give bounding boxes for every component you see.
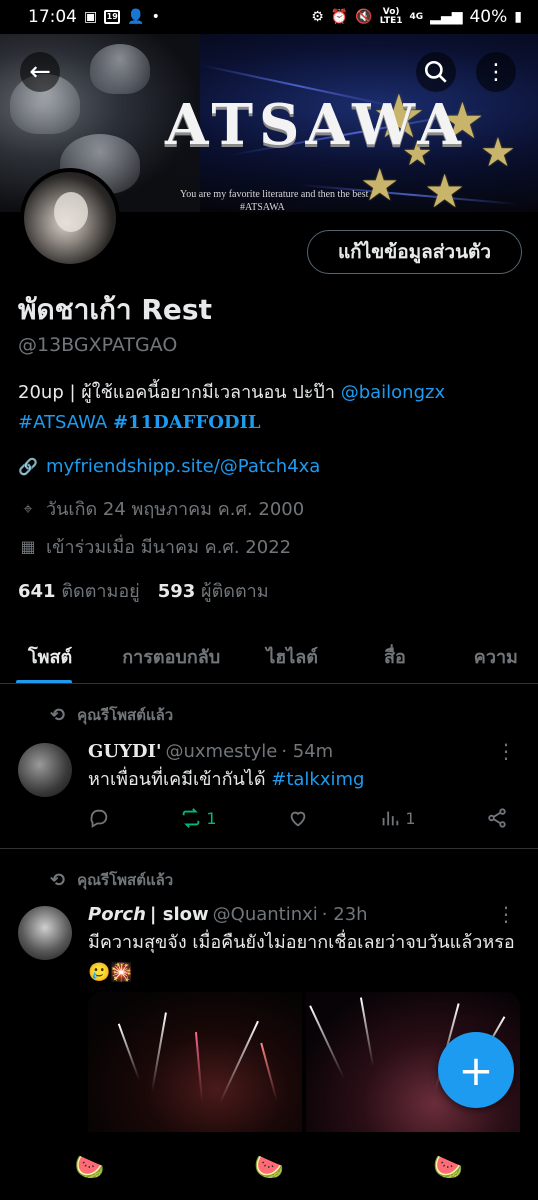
followers-link[interactable]: 593 ผู้ติดตาม	[158, 576, 269, 605]
more-vertical-icon: ⋮	[485, 59, 507, 85]
nav-home-watermelon-icon[interactable]: 🍉	[75, 1153, 105, 1181]
post-more-icon[interactable]: ⋮	[496, 739, 516, 763]
post-text: มีความสุขจัง เมื่อคืนยังไม่อยากเชื่อเลยว…	[88, 932, 515, 983]
repost-indicator: ⟲ คุณรีโพสต์แล้ว	[50, 704, 174, 726]
link-icon: 🔗	[18, 457, 38, 476]
heart-icon	[290, 811, 306, 827]
bio-hashtag-link[interactable]: #ATSAWA	[18, 412, 107, 433]
reply-icon	[90, 809, 108, 828]
bio-mention-link[interactable]: @bailongzx	[341, 382, 445, 403]
edit-profile-button[interactable]: แก้ไขข้อมูลส่วนตัว	[307, 230, 522, 274]
banner-tag: #ATSAWA	[240, 202, 285, 212]
post-author-avatar[interactable]	[18, 743, 72, 797]
post-author-name-suffix: | slow	[149, 904, 209, 925]
repost-button[interactable]: 1	[180, 807, 217, 829]
post-text: หาเพื่อนที่เคมีเข้ากันได้ #talkximg	[88, 769, 365, 790]
post-hashtag-link[interactable]: #talkximg	[271, 769, 364, 790]
share-button[interactable]	[486, 807, 508, 829]
calendar-icon: ▦	[20, 537, 36, 556]
search-button[interactable]	[416, 52, 456, 92]
tab-likes[interactable]: ความ	[422, 628, 534, 683]
nav-notifications-icon[interactable]: 🍉	[433, 1153, 463, 1181]
tab-replies[interactable]: การตอบกลับ	[88, 628, 236, 683]
reply-button[interactable]	[88, 807, 110, 829]
post-author-name[interactable]: Porch	[88, 904, 146, 925]
repost-icon	[183, 808, 200, 828]
clock: 17:04	[28, 7, 77, 27]
jellyfish-decoration	[90, 44, 150, 94]
banner-subtitle: You are my favorite literature and then …	[180, 189, 369, 200]
profile-name: พัดชาเก้า Rest	[18, 293, 212, 326]
share-icon	[488, 808, 506, 828]
back-button[interactable]: ←	[20, 52, 60, 92]
star-decoration: ★	[480, 130, 516, 176]
post-author-handle: @uxmestyle	[165, 741, 278, 762]
repost-indicator: ⟲ คุณรีโพสต์แล้ว	[50, 869, 174, 891]
views-bar-icon	[383, 811, 399, 826]
volte-indicator: Vo) LTE1	[379, 7, 403, 26]
plus-icon: +	[458, 1045, 494, 1095]
post-time: · 54m	[281, 741, 334, 762]
post-author-name[interactable]: GUYDI'	[88, 741, 161, 762]
arrow-left-icon: ←	[29, 57, 51, 87]
post-author-handle: @Quantinxi	[212, 904, 318, 925]
repost-icon: ⟲	[50, 704, 66, 726]
status-bar: 17:04 ▣ 19 👤 • ⚙ ⏰ 🔇 Vo) LTE1 4G ▂▄▆ 40% …	[0, 0, 538, 34]
more-options-button[interactable]: ⋮	[476, 52, 516, 92]
post-more-icon[interactable]: ⋮	[496, 902, 516, 926]
battery-percent: 40%	[469, 7, 508, 27]
timeline-post[interactable]: ⟲ คุณรีโพสต์แล้ว GUYDI' @uxmestyle · 54m…	[0, 685, 538, 849]
post-time: · 23h	[321, 904, 368, 925]
nav-search-watermelon-icon[interactable]: 🍉	[254, 1153, 284, 1181]
dot-icon: •	[151, 9, 160, 25]
compose-post-button[interactable]: +	[438, 1032, 514, 1108]
battery-icon: ▮	[514, 9, 522, 25]
star-decoration: ★	[360, 160, 400, 211]
calendar-badge-icon: 19	[104, 10, 121, 24]
star-decoration: ★	[424, 164, 466, 212]
banner-title: ATSAWA	[165, 92, 467, 158]
android-icon: ⚙	[311, 9, 324, 25]
location-pin-icon: ⌖	[23, 498, 33, 518]
fireworks-image[interactable]	[88, 992, 302, 1132]
tab-media[interactable]: สื่อ	[334, 628, 422, 683]
bio-hashtag-link[interactable]: #11DAFFODIL	[113, 412, 261, 433]
joined-row: ▦ เข้าร่วมเมื่อ มีนาคม ค.ศ. 2022	[18, 532, 291, 561]
mute-icon: 🔇	[355, 9, 373, 25]
signal-icon: ▂▄▆	[430, 9, 463, 25]
post-header: Porch | slow @Quantinxi · 23h	[88, 904, 368, 925]
profile-handle: @13BGXPATGAO	[18, 334, 178, 356]
website-row: 🔗 myfriendshipp.site/@Patch4xa	[18, 456, 320, 477]
tab-highlights[interactable]: ไฮไลต์	[236, 628, 334, 683]
bottom-navigation: 🍉 🍉 🍉	[0, 1134, 538, 1200]
profile-avatar[interactable]	[20, 168, 120, 268]
add-person-icon: 👤	[127, 9, 145, 25]
joined-text: เข้าร่วมเมื่อ มีนาคม ค.ศ. 2022	[46, 537, 292, 558]
network-type: 4G	[409, 11, 424, 22]
post-author-avatar[interactable]	[18, 906, 72, 960]
search-icon	[424, 60, 447, 83]
birthday-row: ⌖ วันเกิด 24 พฤษภาคม ค.ศ. 2000	[18, 494, 304, 523]
profile-bio: 20up | ผู้ใช้แอคนี้อยากมีเวลานอน ปะป๊า @…	[18, 382, 446, 433]
repost-icon: ⟲	[50, 869, 66, 891]
post-header: GUYDI' @uxmestyle · 54m	[88, 741, 333, 762]
tab-posts[interactable]: โพสต์	[0, 628, 88, 683]
alarm-icon: ⏰	[330, 9, 349, 25]
post-actions: 1 1	[88, 807, 508, 829]
birthday-text: วันเกิด 24 พฤษภาคม ค.ศ. 2000	[46, 499, 305, 520]
like-button[interactable]	[287, 807, 309, 829]
post-emoji: 🥲🎇	[88, 962, 133, 983]
follow-stats: 641 ติดตามอยู่ 593 ผู้ติดตาม	[18, 576, 269, 605]
website-link[interactable]: myfriendshipp.site/@Patch4xa	[46, 456, 320, 477]
following-link[interactable]: 641 ติดตามอยู่	[18, 576, 140, 605]
gallery-icon: ▣	[84, 9, 98, 25]
profile-tabs: โพสต์ การตอบกลับ ไฮไลต์ สื่อ ความ	[0, 628, 538, 684]
views-button[interactable]: 1	[379, 807, 416, 829]
